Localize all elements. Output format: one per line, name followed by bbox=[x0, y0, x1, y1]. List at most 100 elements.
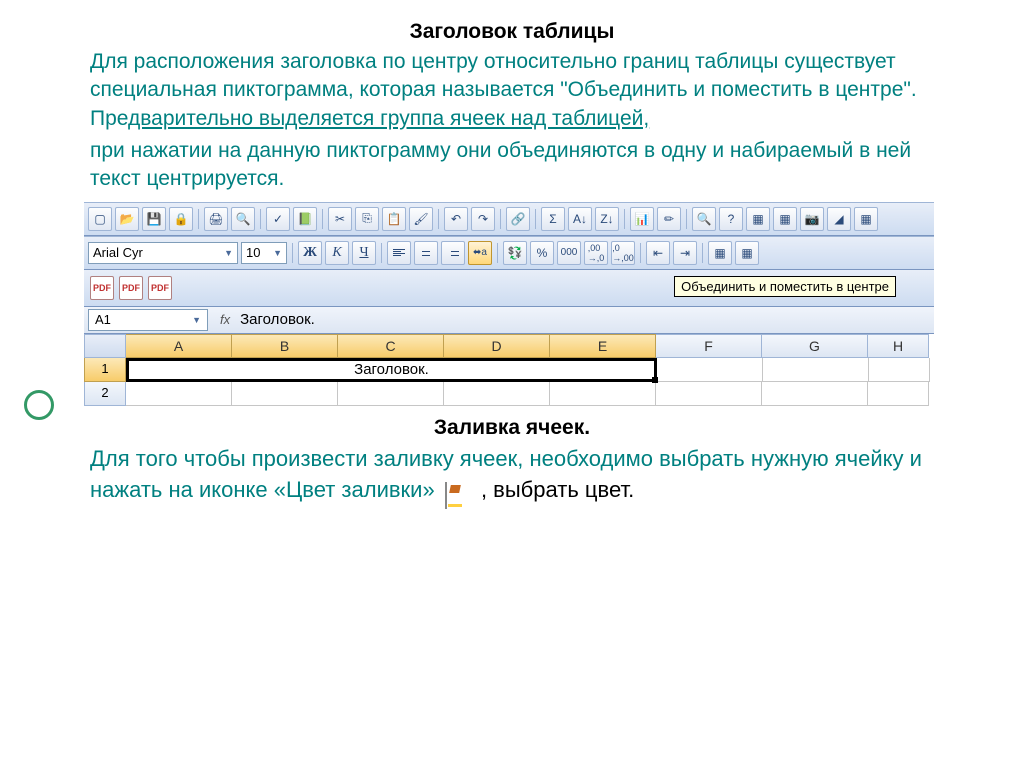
separator bbox=[260, 209, 261, 229]
separator bbox=[702, 243, 703, 263]
dropdown-arrow-icon: ▼ bbox=[186, 315, 201, 325]
percent-button[interactable]: % bbox=[530, 241, 554, 265]
section1-title: Заголовок таблицы bbox=[90, 20, 934, 44]
increase-indent-button[interactable]: ⇥ bbox=[673, 241, 697, 265]
fx-label[interactable]: fx bbox=[212, 312, 238, 327]
misc-icon[interactable]: ▦ bbox=[746, 207, 770, 231]
save-icon[interactable]: 💾 bbox=[142, 207, 166, 231]
drawing-icon[interactable]: ✏ bbox=[657, 207, 681, 231]
fill-color-icon[interactable]: ◢ bbox=[827, 207, 851, 231]
section2-title: Заливка ячеек. bbox=[90, 416, 934, 440]
toolbar-addon: PDF PDF PDF Объединить и поместить в цен… bbox=[84, 270, 934, 307]
cell-F1[interactable] bbox=[657, 358, 763, 382]
separator bbox=[198, 209, 199, 229]
open-icon[interactable]: 📂 bbox=[115, 207, 139, 231]
col-header-H[interactable]: H bbox=[868, 334, 929, 358]
col-header-E[interactable]: E bbox=[550, 334, 656, 358]
misc4-icon[interactable]: ▦ bbox=[735, 241, 759, 265]
dropdown-arrow-icon: ▼ bbox=[218, 248, 233, 258]
separator bbox=[497, 243, 498, 263]
section1-paragraph1: Для расположения заголовка по центру отн… bbox=[90, 48, 934, 133]
toolbar-formatting: Arial Cyr ▼ 10 ▼ Ж К Ч ⬌a bbox=[84, 236, 934, 270]
cell-D2[interactable] bbox=[444, 382, 550, 406]
new-doc-icon[interactable]: ▢ bbox=[88, 207, 112, 231]
print-icon[interactable]: 🖨 bbox=[204, 207, 228, 231]
font-size-select[interactable]: 10 ▼ bbox=[241, 242, 287, 264]
merged-cell-A1E1[interactable]: Заголовок. bbox=[126, 358, 657, 382]
align-right-button[interactable] bbox=[441, 241, 465, 265]
formula-bar: A1 ▼ fx Заголовок. bbox=[84, 307, 934, 334]
currency-button[interactable]: 💱 bbox=[503, 241, 527, 265]
pdf-icon-2[interactable]: PDF bbox=[119, 276, 143, 300]
separator bbox=[322, 209, 323, 229]
cell-G2[interactable] bbox=[762, 382, 868, 406]
redo-icon[interactable]: ↷ bbox=[471, 207, 495, 231]
sort-asc-icon[interactable]: A↓ bbox=[568, 207, 592, 231]
cell-A2[interactable] bbox=[126, 382, 232, 406]
increase-decimal-button[interactable]: ,00→,0 bbox=[584, 241, 608, 265]
separator bbox=[500, 209, 501, 229]
formula-value[interactable]: Заголовок. bbox=[238, 311, 315, 328]
help-icon[interactable]: ? bbox=[719, 207, 743, 231]
section2-trail-text: , выбрать цвет. bbox=[475, 477, 634, 502]
font-name-select[interactable]: Arial Cyr ▼ bbox=[88, 242, 238, 264]
cell-E2[interactable] bbox=[550, 382, 656, 406]
separator bbox=[686, 209, 687, 229]
pdf-icon-1[interactable]: PDF bbox=[90, 276, 114, 300]
col-header-A[interactable]: A bbox=[126, 334, 232, 358]
cell-G1[interactable] bbox=[763, 358, 869, 382]
undo-icon[interactable]: ↶ bbox=[444, 207, 468, 231]
misc3-icon[interactable]: ▦ bbox=[854, 207, 878, 231]
pdf-icon-3[interactable]: PDF bbox=[148, 276, 172, 300]
cell-C2[interactable] bbox=[338, 382, 444, 406]
hyperlink-icon[interactable]: 🔗 bbox=[506, 207, 530, 231]
col-header-C[interactable]: C bbox=[338, 334, 444, 358]
permission-icon[interactable]: 🔒 bbox=[169, 207, 193, 231]
cell-H1[interactable] bbox=[869, 358, 930, 382]
merge-icon: ⬌a bbox=[473, 247, 487, 258]
excel-screenshot: ▢ 📂 💾 🔒 🖨 🔍 ✓ 📗 ✂ ⎘ 📋 🖌 ↶ ↷ 🔗 Σ A↓ Z↓ bbox=[84, 202, 934, 406]
cell-H2[interactable] bbox=[868, 382, 929, 406]
chart-icon[interactable]: 📊 bbox=[630, 207, 654, 231]
separator bbox=[292, 243, 293, 263]
comma-style-button[interactable]: 000 bbox=[557, 241, 581, 265]
align-left-button[interactable] bbox=[387, 241, 411, 265]
camera-icon[interactable]: 📷 bbox=[800, 207, 824, 231]
spellcheck-icon[interactable]: ✓ bbox=[266, 207, 290, 231]
copy-icon[interactable]: ⎘ bbox=[355, 207, 379, 231]
paste-icon[interactable]: 📋 bbox=[382, 207, 406, 231]
misc2-icon[interactable]: ▦ bbox=[773, 207, 797, 231]
decrease-decimal-button[interactable]: ,0→,00 bbox=[611, 241, 635, 265]
col-header-F[interactable]: F bbox=[656, 334, 762, 358]
font-size-value: 10 bbox=[246, 245, 260, 260]
preview-icon[interactable]: 🔍 bbox=[231, 207, 255, 231]
research-icon[interactable]: 📗 bbox=[293, 207, 317, 231]
borders-button[interactable]: ▦ bbox=[708, 241, 732, 265]
align-center-button[interactable] bbox=[414, 241, 438, 265]
row-header-1[interactable]: 1 bbox=[84, 358, 126, 382]
format-painter-icon[interactable]: 🖌 bbox=[409, 207, 433, 231]
merge-tooltip: Объединить и поместить в центре bbox=[674, 276, 896, 297]
cut-icon[interactable]: ✂ bbox=[328, 207, 352, 231]
cell-B2[interactable] bbox=[232, 382, 338, 406]
decrease-indent-button[interactable]: ⇤ bbox=[646, 241, 670, 265]
select-all-corner[interactable] bbox=[84, 334, 126, 358]
name-box-value: A1 bbox=[95, 312, 111, 327]
col-header-G[interactable]: G bbox=[762, 334, 868, 358]
col-header-D[interactable]: D bbox=[444, 334, 550, 358]
fill-color-inline-icon bbox=[445, 481, 471, 501]
merge-center-button[interactable]: ⬌a bbox=[468, 241, 492, 265]
column-header-row: A B C D E F G H bbox=[84, 334, 934, 358]
sort-desc-icon[interactable]: Z↓ bbox=[595, 207, 619, 231]
autosum-icon[interactable]: Σ bbox=[541, 207, 565, 231]
zoom-icon[interactable]: 🔍 bbox=[692, 207, 716, 231]
bold-button[interactable]: Ж bbox=[298, 241, 322, 265]
separator bbox=[640, 243, 641, 263]
row-header-2[interactable]: 2 bbox=[84, 382, 126, 406]
cell-F2[interactable] bbox=[656, 382, 762, 406]
col-header-B[interactable]: B bbox=[232, 334, 338, 358]
underline-button[interactable]: Ч bbox=[352, 241, 376, 265]
section2-paragraph: Для того чтобы произвести заливку ячеек,… bbox=[90, 444, 934, 506]
italic-button[interactable]: К bbox=[325, 241, 349, 265]
name-box[interactable]: A1 ▼ bbox=[88, 309, 208, 331]
